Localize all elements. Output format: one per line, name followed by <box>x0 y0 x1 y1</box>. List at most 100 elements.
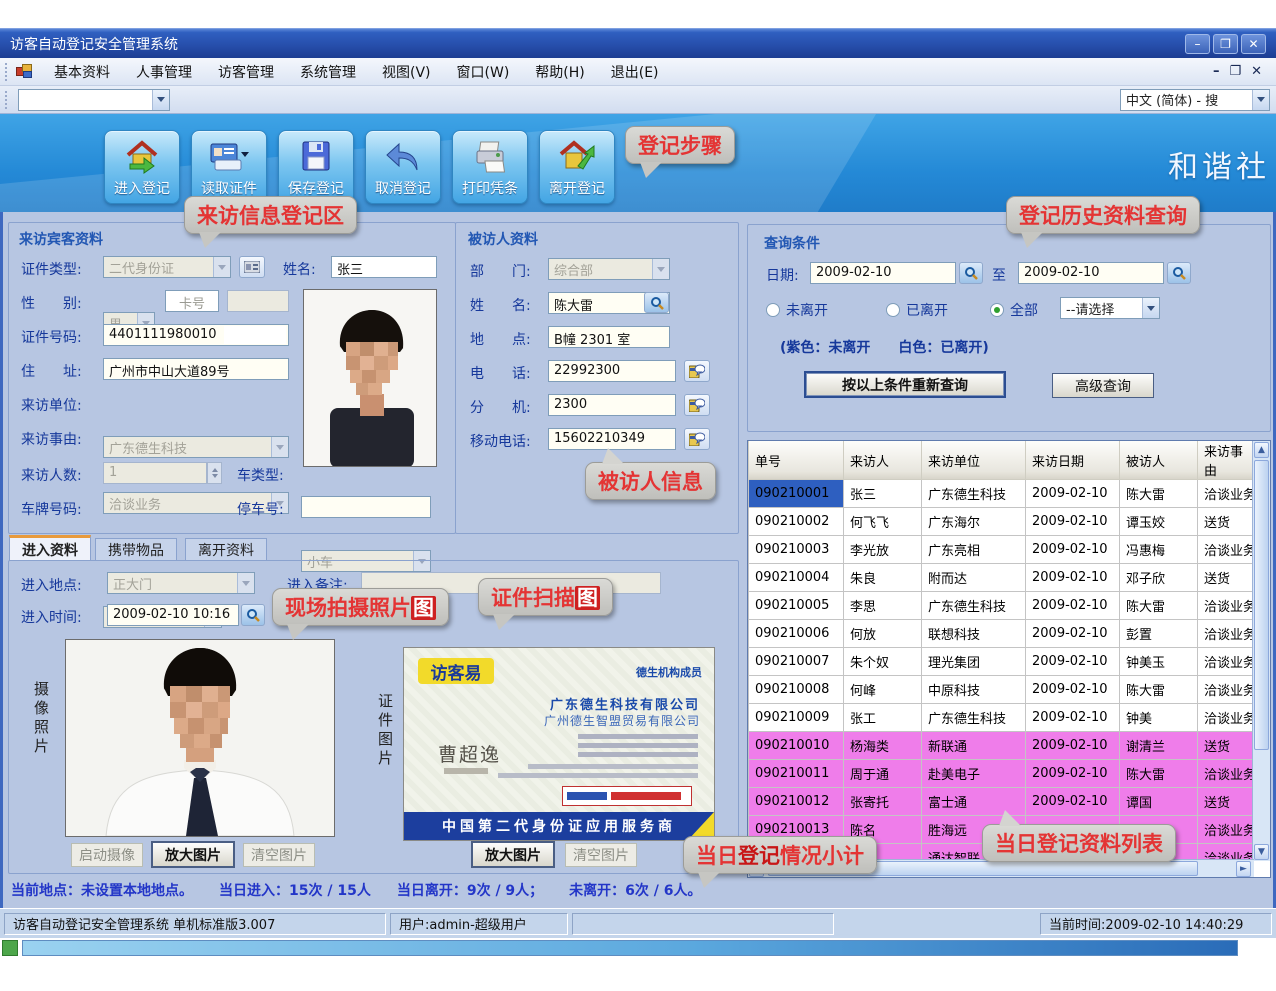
scroll-down-icon[interactable]: ▼ <box>1254 844 1269 860</box>
table-cell[interactable]: 谭玉姣 <box>1120 508 1198 536</box>
table-cell[interactable]: 中原科技 <box>922 676 1026 704</box>
save-register-button[interactable]: 保存登记 <box>278 130 354 204</box>
table-cell[interactable]: 洽谈业务 <box>1198 816 1254 844</box>
id-type-combo[interactable]: 二代身份证 <box>103 256 231 278</box>
close-button[interactable]: ✕ <box>1241 34 1266 54</box>
date-to-input[interactable]: 2009-02-10 <box>1018 262 1164 284</box>
table-cell[interactable]: 送货 <box>1198 564 1254 592</box>
tab-entry-data[interactable]: 进入资料 <box>9 535 91 561</box>
table-cell[interactable]: 李思 <box>844 592 922 620</box>
chevron-down-icon[interactable] <box>1252 90 1269 110</box>
table-cell[interactable]: 朱良 <box>844 564 922 592</box>
quick-select-combo[interactable] <box>18 89 170 111</box>
table-cell[interactable]: 090210002 <box>749 508 844 536</box>
menu-item-view[interactable]: 视图(V) <box>369 59 444 85</box>
table-cell[interactable]: 洽谈业务 <box>1198 480 1254 508</box>
col-header[interactable]: 被访人 <box>1120 441 1198 480</box>
table-cell[interactable]: 090210001 <box>749 480 844 508</box>
card-reader-icon[interactable] <box>239 256 265 278</box>
please-select-combo[interactable]: --请选择 <box>1060 297 1160 319</box>
table-row[interactable]: 090210004朱良附而达2009-02-10邓子欣送货 <box>749 564 1254 592</box>
mdi-close-button[interactable]: ✕ <box>1251 64 1262 79</box>
ext-input[interactable]: 2300 <box>548 394 676 416</box>
table-cell[interactable]: 洽谈业务 <box>1198 704 1254 732</box>
col-header[interactable]: 来访单位 <box>922 441 1026 480</box>
scroll-right-icon[interactable]: ► <box>1236 861 1251 877</box>
table-cell[interactable]: 2009-02-10 <box>1026 704 1120 732</box>
menu-item-system[interactable]: 系统管理 <box>287 59 369 85</box>
table-row[interactable]: 090210008何峰中原科技2009-02-10陈大雷洽谈业务 <box>749 676 1254 704</box>
table-cell[interactable]: 2009-02-10 <box>1026 592 1120 620</box>
mdi-minimize-button[interactable]: – <box>1213 64 1220 79</box>
table-cell[interactable]: 彭置 <box>1120 620 1198 648</box>
search-icon[interactable] <box>644 292 669 313</box>
table-cell[interactable]: 张三 <box>844 480 922 508</box>
table-cell[interactable]: 090210005 <box>749 592 844 620</box>
location-input[interactable]: B幢 2301 室 <box>548 326 670 348</box>
table-cell[interactable]: 谭国 <box>1120 788 1198 816</box>
table-cell[interactable]: 广东德生科技 <box>922 592 1026 620</box>
table-row[interactable]: 090210009张工广东德生科技2009-02-10钟美洽谈业务 <box>749 704 1254 732</box>
entry-time-input[interactable]: 2009-02-10 10:16 <box>107 604 239 626</box>
table-cell[interactable]: 广东亮相 <box>922 536 1026 564</box>
table-cell[interactable]: 洽谈业务 <box>1198 620 1254 648</box>
radio-not-left[interactable]: 未离开 <box>766 300 828 320</box>
phone-input[interactable]: 22992300 <box>548 360 676 382</box>
parking-input[interactable] <box>301 496 431 518</box>
table-row[interactable]: 090210003李光放广东亮相2009-02-10冯惠梅洽谈业务 <box>749 536 1254 564</box>
table-cell[interactable]: 周于通 <box>844 760 922 788</box>
requery-button[interactable]: 按以上条件重新查询 <box>804 371 1006 398</box>
table-row[interactable]: 090210010杨海类新联通2009-02-10谢清兰送货 <box>749 732 1254 760</box>
table-cell[interactable]: 2009-02-10 <box>1026 620 1120 648</box>
table-cell[interactable]: 张寄托 <box>844 788 922 816</box>
chevron-down-icon[interactable] <box>152 90 169 110</box>
table-row[interactable]: 090210001张三广东德生科技2009-02-10陈大雷洽谈业务 <box>749 480 1254 508</box>
radio-left[interactable]: 已离开 <box>886 300 948 320</box>
table-cell[interactable]: 洽谈业务 <box>1198 536 1254 564</box>
table-cell[interactable]: 洽谈业务 <box>1198 676 1254 704</box>
scroll-thumb[interactable] <box>1254 460 1269 750</box>
table-cell[interactable]: 广东海尔 <box>922 508 1026 536</box>
table-cell[interactable]: 送货 <box>1198 732 1254 760</box>
start-camera-button[interactable]: 启动摄像 <box>71 843 143 867</box>
table-cell[interactable]: 洽谈业务 <box>1198 648 1254 676</box>
table-cell[interactable]: 2009-02-10 <box>1026 564 1120 592</box>
table-cell[interactable]: 李光放 <box>844 536 922 564</box>
table-cell[interactable]: 090210008 <box>749 676 844 704</box>
entry-place-combo[interactable]: 正大门 <box>107 572 255 594</box>
table-cell[interactable]: 2009-02-10 <box>1026 788 1120 816</box>
table-cell[interactable]: 090210003 <box>749 536 844 564</box>
card-no-button[interactable]: 卡号 <box>165 290 219 312</box>
restore-button[interactable]: ❐ <box>1213 34 1238 54</box>
language-combo[interactable]: 中文 (简体) - 搜 <box>1120 89 1270 111</box>
table-row[interactable]: 090210007朱个奴理光集团2009-02-10钟美玉洽谈业务 <box>749 648 1254 676</box>
clear-card-button[interactable]: 清空图片 <box>565 843 637 867</box>
address-input[interactable]: 广州市中山大道89号 <box>103 358 289 380</box>
table-cell[interactable]: 090210010 <box>749 732 844 760</box>
table-cell[interactable]: 洽谈业务 <box>1198 760 1254 788</box>
dial-phone-icon[interactable] <box>684 394 710 416</box>
table-row[interactable]: 090210002何飞飞广东海尔2009-02-10谭玉姣送货 <box>749 508 1254 536</box>
clear-photo-button[interactable]: 清空图片 <box>243 843 315 867</box>
table-cell[interactable]: 送货 <box>1198 508 1254 536</box>
dial-phone-icon[interactable] <box>684 428 710 450</box>
table-row[interactable]: 090210011周于通赴美电子2009-02-10陈大雷洽谈业务 <box>749 760 1254 788</box>
enlarge-photo-button[interactable]: 放大图片 <box>151 841 235 868</box>
scroll-up-icon[interactable]: ▲ <box>1254 442 1269 458</box>
table-cell[interactable]: 附而达 <box>922 564 1026 592</box>
col-header[interactable]: 来访事由 <box>1198 441 1254 480</box>
table-cell[interactable]: 钟美 <box>1120 704 1198 732</box>
table-cell[interactable]: 谢清兰 <box>1120 732 1198 760</box>
mobile-input[interactable]: 15602210349 <box>548 428 676 450</box>
table-cell[interactable]: 张工 <box>844 704 922 732</box>
table-cell[interactable]: 2009-02-10 <box>1026 760 1120 788</box>
menu-item-exit[interactable]: 退出(E) <box>598 59 672 85</box>
menu-item-hr[interactable]: 人事管理 <box>123 59 205 85</box>
count-spinner[interactable] <box>207 462 222 484</box>
visitor-name-input[interactable]: 张三 <box>331 256 437 278</box>
id-number-input[interactable]: 4401111980010 <box>103 324 289 346</box>
table-cell[interactable]: 090210009 <box>749 704 844 732</box>
enlarge-card-button[interactable]: 放大图片 <box>471 841 555 868</box>
advanced-query-button[interactable]: 高级查询 <box>1052 373 1154 398</box>
table-cell[interactable]: 新联通 <box>922 732 1026 760</box>
